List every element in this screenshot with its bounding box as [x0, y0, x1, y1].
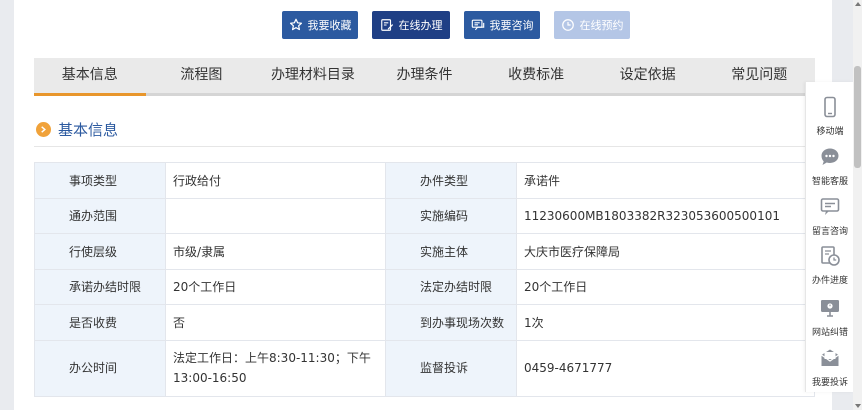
tab-basis[interactable]: 设定依据 [592, 58, 704, 93]
float-item-message[interactable]: 留言咨询 [806, 196, 854, 237]
info-label: 承诺办结时限 [34, 268, 166, 305]
info-value: 20个工作日 [165, 268, 386, 305]
chat-bot-icon [821, 148, 839, 165]
tab-fees[interactable]: 收费标准 [480, 58, 592, 93]
info-value: 行政给付 [165, 162, 386, 199]
page: 我要收藏 在线办理 我要咨询 在线预约 基本信息 流程图 办理材料目录 办理条件… [0, 0, 838, 410]
info-label: 法定办结时限 [385, 268, 517, 305]
page-scrollbar[interactable] [853, 0, 862, 410]
float-item-label: 网站纠错 [811, 328, 848, 338]
float-item-label: 留言咨询 [811, 227, 848, 237]
float-item-progress[interactable]: 办件进度 [806, 245, 854, 286]
tab-flowchart[interactable]: 流程图 [146, 58, 258, 93]
float-item-correction[interactable]: 网站纠错 [806, 297, 854, 338]
info-label: 监督投诉 [385, 339, 517, 397]
info-label: 事项类型 [34, 162, 166, 199]
table-row: 办公时间 法定工作日：上午8:30-11:30；下午13:00-16:50 监督… [34, 339, 815, 397]
online-handle-button[interactable]: 在线办理 [372, 11, 450, 39]
consult-button[interactable]: 我要咨询 [464, 11, 540, 39]
scrollbar-thumb[interactable] [854, 66, 861, 168]
tab-basic-info[interactable]: 基本信息 [34, 58, 146, 96]
monitor-icon [821, 300, 839, 317]
info-value: 承诺件 [516, 162, 815, 199]
info-value: 20个工作日 [516, 268, 815, 305]
info-value: 市级/隶属 [165, 233, 386, 270]
tab-bar: 基本信息 流程图 办理材料目录 办理条件 收费标准 设定依据 常见问题 [34, 58, 815, 96]
float-item-label: 移动端 [816, 127, 844, 137]
info-label: 通办范围 [34, 197, 166, 234]
progress-icon [821, 246, 840, 266]
arrow-circle-icon [36, 122, 51, 137]
scroll-up-icon[interactable] [855, 2, 861, 6]
info-value: 11230600MB1803382R323053600500101 [516, 197, 815, 234]
float-item-chatbot[interactable]: 智能客服 [806, 146, 854, 187]
info-value: 否 [165, 304, 386, 341]
reserve-button[interactable]: 在线预约 [554, 11, 630, 39]
info-value: 1次 [516, 304, 815, 341]
float-item-complaint[interactable]: 我要投诉 [806, 347, 854, 388]
mobile-icon [824, 96, 836, 118]
content-card: 我要收藏 在线办理 我要咨询 在线预约 基本信息 流程图 办理材料目录 办理条件… [14, 0, 832, 410]
table-row: 承诺办结时限 20个工作日 法定办结时限 20个工作日 [34, 268, 815, 305]
info-value [165, 197, 386, 234]
info-label: 实施编码 [385, 197, 517, 234]
edit-document-icon [380, 19, 393, 31]
info-label: 办公时间 [34, 339, 166, 397]
mail-icon [821, 349, 839, 366]
table-row: 事项类型 行政给付 办件类型 承诺件 [34, 162, 815, 199]
favorite-button-label: 我要收藏 [307, 19, 352, 32]
clock-icon [561, 19, 574, 31]
info-table: 事项类型 行政给付 办件类型 承诺件 通办范围 实施编码 11230600MB1… [34, 162, 815, 397]
info-value: 法定工作日：上午8:30-11:30；下午13:00-16:50 [165, 339, 386, 397]
float-item-label: 智能客服 [811, 177, 848, 187]
scroll-down-icon[interactable] [855, 404, 861, 408]
floating-service-panel: 移动端 智能客服 留言咨询 办件进度 网站纠错 我要投诉 [805, 82, 853, 392]
info-label: 办件类型 [385, 162, 517, 199]
tab-materials[interactable]: 办理材料目录 [257, 58, 369, 93]
favorite-button[interactable]: 我要收藏 [282, 11, 358, 39]
info-label: 到办事现场次数 [385, 304, 517, 341]
float-item-label: 我要投诉 [811, 378, 848, 388]
float-item-mobile[interactable]: 移动端 [806, 96, 854, 137]
section-title: 基本信息 [36, 119, 118, 140]
table-row: 行使层级 市级/隶属 实施主体 大庆市医疗保障局 [34, 233, 815, 270]
online-handle-button-label: 在线办理 [398, 19, 443, 32]
tab-faq[interactable]: 常见问题 [703, 58, 815, 93]
tab-conditions[interactable]: 办理条件 [369, 58, 481, 93]
info-label: 行使层级 [34, 233, 166, 270]
section-title-text: 基本信息 [58, 121, 119, 139]
star-icon [289, 18, 302, 31]
message-icon [820, 198, 840, 215]
info-value: 大庆市医疗保障局 [516, 233, 815, 270]
float-item-label: 办件进度 [811, 276, 848, 286]
table-row: 通办范围 实施编码 11230600MB1803382R323053600500… [34, 197, 815, 234]
section-divider [34, 146, 815, 147]
info-label: 实施主体 [385, 233, 517, 270]
consult-button-label: 我要咨询 [489, 19, 534, 32]
reserve-button-label: 在线预约 [579, 19, 624, 32]
info-value: 0459-4671777 [516, 339, 815, 397]
chat-icon [471, 19, 484, 31]
info-label: 是否收费 [34, 304, 166, 341]
table-row: 是否收费 否 到办事现场次数 1次 [34, 304, 815, 341]
